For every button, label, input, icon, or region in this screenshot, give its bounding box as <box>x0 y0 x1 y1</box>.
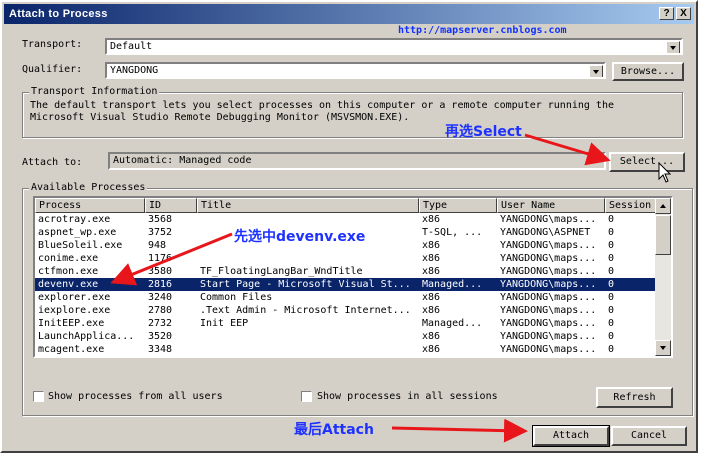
arrow-to-attach-icon <box>391 418 528 443</box>
arrow-to-select-icon <box>524 133 611 166</box>
annotation-arrows <box>110 133 611 443</box>
arrow-to-devenv-icon <box>110 232 233 286</box>
